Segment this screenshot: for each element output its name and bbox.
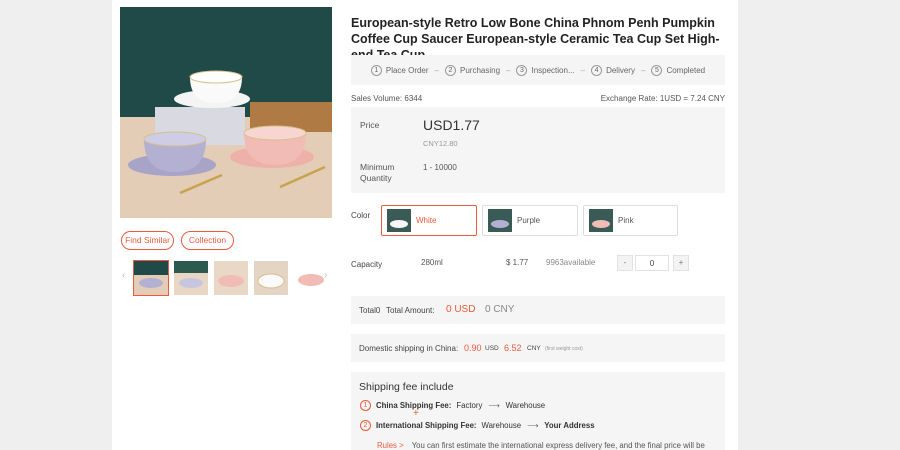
china-shipping-row: 1 China Shipping Fee: Factory ⟶ Warehous…: [360, 400, 545, 411]
minimum-quantity-label: Minimum Quantity: [360, 162, 395, 183]
collection-button[interactable]: Collection: [181, 231, 234, 250]
rules-text: You can first estimate the international…: [411, 441, 705, 450]
quantity-increase-button[interactable]: +: [673, 255, 689, 271]
total-usd: 0 USD: [446, 304, 476, 315]
white-swatch: [387, 209, 411, 232]
thumbnail-3[interactable]: [214, 261, 248, 295]
sales-volume: Sales Volume: 6344: [351, 94, 423, 103]
exchange-rate: Exchange Rate: 1USD = 7.24 CNY: [600, 94, 725, 103]
pink-swatch: [589, 209, 613, 232]
step-completed: 5 Completed: [651, 64, 705, 76]
thumbnail-prev-icon[interactable]: ‹: [122, 270, 125, 281]
domestic-cny-unit: CNY: [527, 345, 541, 352]
order-steps: 1 Place Order – 2 Purchasing – 3 Inspection…: [351, 55, 725, 85]
stock-available: 9963available: [546, 258, 596, 267]
price-cny: CNY12.80: [423, 139, 458, 148]
minimum-quantity-range: 1 - 10000: [423, 163, 457, 172]
color-option-pink[interactable]: Pink: [583, 205, 678, 236]
capacity-value: 280ml: [421, 258, 443, 267]
find-similar-button[interactable]: Find Similar: [121, 231, 174, 250]
step-delivery: 4 Delivery: [591, 64, 635, 76]
purple-swatch: [488, 209, 512, 232]
step-inspection: 3 Inspection...: [516, 64, 575, 76]
color-option-purple[interactable]: Purple: [482, 205, 578, 236]
domestic-usd-unit: USD: [485, 345, 499, 352]
domestic-note: (first weight cost): [545, 346, 583, 352]
total-amount-label: Total Amount:: [386, 306, 435, 315]
shipping-fee-panel: Shipping fee include 1 China Shipping Fe…: [351, 372, 725, 450]
total-count: Total0: [359, 306, 381, 315]
shipping-rules: Rules > You can first estimate the inter…: [377, 441, 705, 450]
domestic-cny-value: 6.52: [504, 343, 522, 353]
arrow-right-icon: ⟶: [527, 421, 539, 430]
thumbnail-next-icon[interactable]: ›: [324, 270, 327, 281]
thumbnail-4[interactable]: [254, 261, 288, 295]
shipping-fee-title: Shipping fee include: [359, 381, 454, 393]
thumbnail-2[interactable]: [174, 261, 208, 295]
thumbnail-1[interactable]: [133, 260, 169, 296]
domestic-shipping-bar: Domestic shipping in China: 0.90 USD 6.5…: [351, 334, 725, 362]
quantity-input[interactable]: [635, 255, 669, 271]
step-purchasing: 2 Purchasing: [445, 64, 500, 76]
plus-icon: +: [413, 408, 419, 419]
domestic-shipping-label: Domestic shipping in China:: [359, 344, 459, 353]
total-cny: 0 CNY: [485, 304, 515, 315]
color-label: Color: [351, 211, 371, 220]
color-option-white[interactable]: White: [381, 205, 477, 236]
domestic-usd-value: 0.90: [464, 343, 482, 353]
price-usd: USD1.77: [423, 117, 480, 133]
total-bar: Total0 Total Amount: 0 USD 0 CNY: [351, 296, 725, 324]
main-product-image: [120, 7, 332, 218]
international-shipping-row: 2 International Shipping Fee: Warehouse …: [360, 420, 600, 431]
price-label: Price: [360, 120, 380, 130]
step-place-order: 1 Place Order: [370, 64, 429, 76]
product-page: Find Similar Collection ‹ › European-sty…: [112, 0, 738, 450]
unit-price: $ 1.77: [506, 258, 529, 267]
rules-link[interactable]: Rules >: [377, 441, 404, 450]
thumbnail-5[interactable]: [294, 261, 328, 295]
price-panel: Price USD1.77 CNY12.80 Minimum Quantity …: [351, 107, 725, 193]
capacity-label: Capacity: [351, 260, 383, 269]
arrow-right-icon: ⟶: [488, 401, 500, 410]
quantity-decrease-button[interactable]: -: [617, 255, 633, 271]
